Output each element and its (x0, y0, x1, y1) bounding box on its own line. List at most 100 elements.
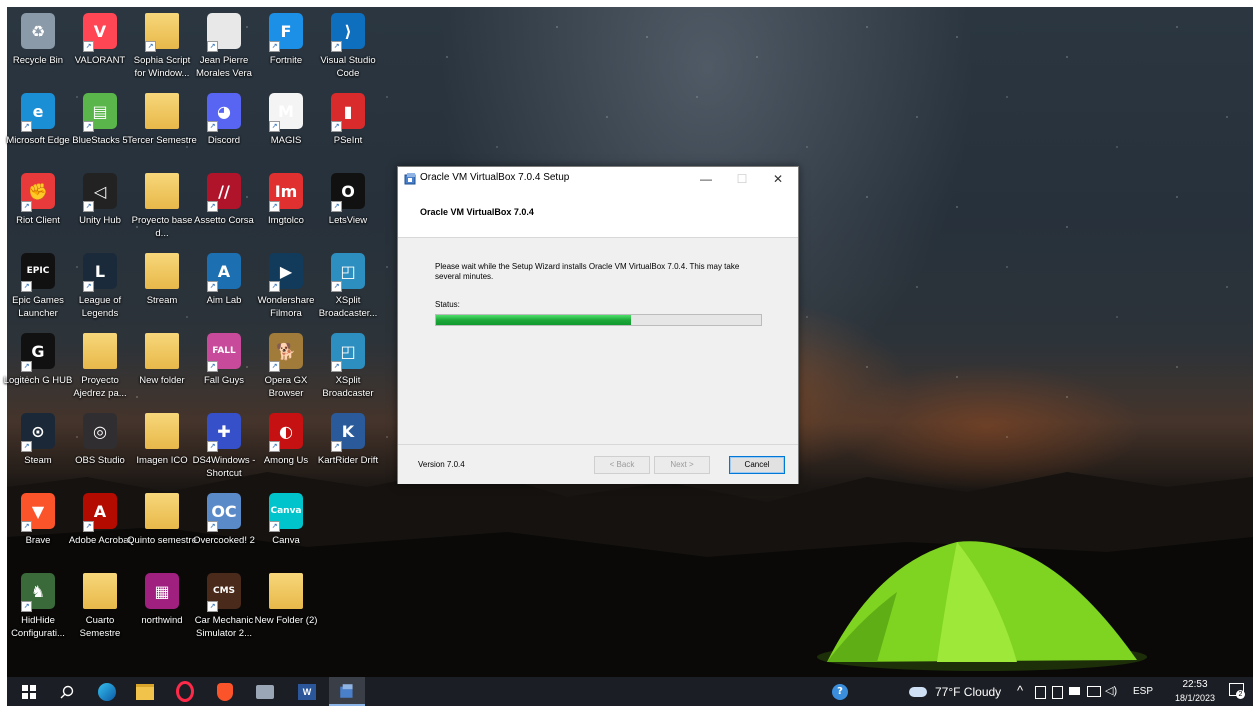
next-button[interactable]: Next > (654, 456, 710, 474)
desktop-icon[interactable]: ▼ ↗ Brave (7, 490, 69, 568)
shortcut-arrow-icon: ↗ (269, 41, 280, 52)
app-icon (145, 413, 179, 449)
desktop-icon[interactable]: ◰ ↗ XSplit Broadcaster... (317, 250, 379, 328)
desktop-icon[interactable]: New folder (131, 330, 193, 408)
taskbar-edge[interactable] (89, 677, 125, 706)
taskbar-virtualbox-installer[interactable] (329, 677, 365, 706)
desktop-icon[interactable]: EPIC ↗ Epic Games Launcher (7, 250, 69, 328)
desktop-icon[interactable]: OC ↗ Overcooked! 2 (193, 490, 255, 568)
app-icon (145, 333, 179, 369)
desktop-icon[interactable]: Cuarto Semestre (69, 570, 131, 648)
desktop-icon[interactable]: G ↗ Logitech G HUB (4, 330, 72, 408)
desktop-icon[interactable]: Im ↗ Imgtolco (255, 170, 317, 248)
desktop-icon[interactable]: A ↗ Adobe Acrobat (69, 490, 131, 568)
shortcut-arrow-icon: ↗ (207, 281, 218, 292)
dialog-body: Please wait while the Setup Wizard insta… (398, 238, 798, 444)
close-button[interactable]: ✕ (760, 167, 796, 191)
language-indicator[interactable]: ESP (1133, 686, 1153, 697)
desktop-icon[interactable]: ◕ ↗ Discord (193, 90, 255, 168)
desktop-icon[interactable]: ⊙ ↗ Steam (7, 410, 69, 488)
shortcut-arrow-icon: ↗ (331, 281, 342, 292)
weather-icon[interactable] (905, 677, 931, 706)
desktop-icon[interactable]: ♞ ↗ HidHide Configurati... (7, 570, 69, 648)
app-icon: ◎ (83, 413, 117, 449)
desktop-icon[interactable]: ✊ ↗ Riot Client (7, 170, 69, 248)
device-icon[interactable] (1035, 686, 1046, 699)
volume-icon[interactable]: ◁) (1105, 684, 1117, 697)
shortcut-arrow-icon: ↗ (21, 201, 32, 212)
desktop-icon[interactable]: FALL ↗ Fall Guys (193, 330, 255, 408)
battery-icon[interactable] (1069, 687, 1080, 695)
dialog-titlebar[interactable]: Oracle VM VirtualBox 7.0.4 Setup — ☐ ✕ (398, 167, 798, 191)
maximize-button[interactable]: ☐ (724, 167, 760, 191)
desktop-screen: ♻ Recycle Bin V ↗ VALORANT ↗ Sophia Script for… (0, 0, 1253, 706)
clock-time[interactable]: 22:53 (1171, 679, 1219, 690)
help-button[interactable]: ? (822, 677, 858, 706)
taskbar-app[interactable] (247, 677, 283, 706)
desktop-icon[interactable]: ↗ Jean Pierre Morales Vera (193, 10, 255, 88)
desktop-icon[interactable]: ◰ ↗ XSplit Broadcaster (317, 330, 379, 408)
desktop-icon-label: Adobe Acrobat (68, 535, 132, 546)
shortcut-arrow-icon: ↗ (269, 521, 280, 532)
install-message: Please wait while the Setup Wizard insta… (435, 262, 740, 281)
desktop-icon[interactable]: CMS ↗ Car Mechanic Simulator 2... (193, 570, 255, 648)
desktop-icon[interactable]: L ↗ League of Legends (69, 250, 131, 328)
desktop-icon[interactable]: 🐕 ↗ Opera GX Browser (255, 330, 317, 408)
taskbar-file-explorer[interactable] (127, 677, 163, 706)
back-button[interactable]: < Back (594, 456, 650, 474)
network-icon[interactable] (1087, 686, 1101, 697)
virtualbox-setup-dialog: Oracle VM VirtualBox 7.0.4 Setup — ☐ ✕ O… (397, 166, 799, 484)
desktop-icon[interactable]: ◎ OBS Studio (69, 410, 131, 488)
desktop-icon[interactable]: Tercer Semestre (127, 90, 197, 168)
desktop-icon[interactable]: ◁ ↗ Unity Hub (69, 170, 131, 248)
desktop-icon[interactable]: Quinto semestre (127, 490, 197, 568)
desktop-icon[interactable]: ◐ ↗ Among Us (255, 410, 317, 488)
desktop-icon-label: Aim Lab (206, 295, 242, 306)
desktop-icon[interactable]: M ↗ MAGIS (255, 90, 317, 168)
desktop-icon[interactable]: ⟩ ↗ Visual Studio Code (317, 10, 379, 88)
taskbar-opera-gx[interactable] (167, 677, 203, 706)
desktop-icon[interactable]: ♻ Recycle Bin (7, 10, 69, 88)
desktop-icon[interactable]: ▦ northwind (131, 570, 193, 648)
desktop-icon[interactable]: e ↗ Microsoft Edge (6, 90, 70, 168)
progress-fill (436, 315, 631, 325)
desktop-icon[interactable]: ▤ ↗ BlueStacks 5 (69, 90, 131, 168)
desktop-icon[interactable]: Proyecto Ajedrez pa... (69, 330, 131, 408)
desktop-icon[interactable]: ▶ ↗ Wondershare Filmora (255, 250, 317, 328)
desktop-icon[interactable]: New Folder (2) (255, 570, 317, 648)
desktop-icon[interactable]: ↗ Sophia Script for Window... (131, 10, 193, 88)
desktop-icon[interactable]: Proyecto base d... (131, 170, 193, 248)
desktop-icon[interactable]: F ↗ Fortnite (255, 10, 317, 88)
clock-date[interactable]: 18/1/2023 (1167, 693, 1223, 703)
taskbar-word[interactable]: W (289, 677, 325, 706)
installer-icon (340, 683, 353, 698)
shortcut-arrow-icon: ↗ (207, 201, 218, 212)
desktop-icon[interactable]: ✚ ↗ DS4Windows - Shortcut (193, 410, 255, 488)
desktop-icon[interactable]: //↗ Assetto Corsa (193, 170, 255, 248)
notification-button[interactable]: 2 (1229, 683, 1245, 699)
desktop-icon-label: Steam (24, 455, 52, 466)
chevron-up-icon[interactable]: ^ (1017, 683, 1023, 698)
shortcut-arrow-icon: ↗ (21, 601, 32, 612)
desktop-icon-label: Brave (25, 535, 51, 546)
minimize-button[interactable]: — (688, 167, 724, 191)
desktop-icon[interactable]: Imagen ICO (131, 410, 193, 488)
desktop-icon[interactable]: Canva ↗ Canva (255, 490, 317, 568)
desktop-icon[interactable]: V ↗ VALORANT (69, 10, 131, 88)
weather-text[interactable]: 77°F Cloudy (935, 685, 1001, 699)
version-label: Version 7.0.4 (418, 460, 465, 469)
desktop-icon[interactable]: ▮ ↗ PSeInt (317, 90, 379, 168)
desktop-icon[interactable]: O ↗ LetsView (317, 170, 379, 248)
shortcut-arrow-icon: ↗ (331, 41, 342, 52)
cancel-button[interactable]: Cancel (729, 456, 785, 474)
start-button[interactable] (11, 677, 47, 706)
desktop-icon[interactable]: A ↗ Aim Lab (193, 250, 255, 328)
desktop-icon[interactable]: K ↗ KartRider Drift (317, 410, 379, 488)
dialog-header-title: Oracle VM VirtualBox 7.0.4 (420, 207, 534, 217)
desktop-icon-label: DS4Windows - Shortcut (192, 455, 256, 479)
shortcut-arrow-icon: ↗ (207, 441, 218, 452)
search-button[interactable] (49, 677, 85, 706)
desktop-icon[interactable]: Stream (131, 250, 193, 328)
taskbar-brave[interactable] (207, 677, 243, 706)
tablet-icon[interactable] (1052, 686, 1063, 699)
